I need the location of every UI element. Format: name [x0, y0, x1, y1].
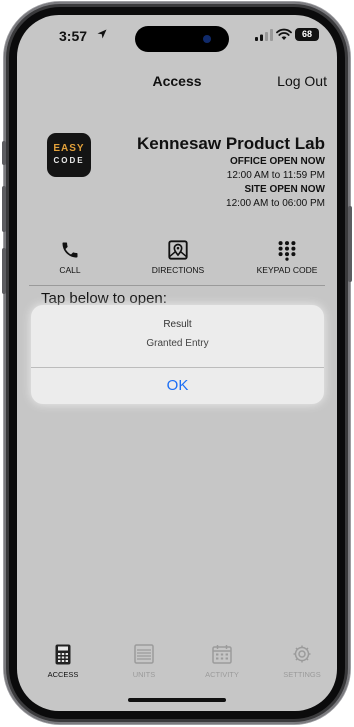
wifi-icon	[276, 28, 292, 40]
office-status: OFFICE OPEN NOW	[230, 156, 325, 167]
app-screen: 3:57 68 Access Log Out EASY CODE Kennesa…	[17, 15, 337, 711]
status-bar: 3:57 68	[17, 15, 337, 59]
volume-down-button	[2, 248, 6, 294]
tab-settings[interactable]: SETTINGS	[267, 642, 337, 679]
location-arrow-icon	[97, 29, 107, 39]
dynamic-island	[135, 26, 229, 52]
call-button[interactable]: CALL	[20, 237, 120, 275]
phone-icon	[62, 242, 78, 258]
logo-line2: CODE	[53, 156, 85, 165]
tab-access[interactable]: ACCESS	[28, 642, 98, 679]
volume-up-button	[2, 186, 6, 232]
home-indicator	[128, 698, 226, 702]
result-alert: Result Granted Entry OK	[31, 305, 324, 404]
logout-button[interactable]: Log Out	[277, 73, 327, 89]
alert-message: Granted Entry	[146, 338, 209, 349]
site-name: Kennesaw Product Lab	[137, 134, 325, 153]
site-hours: 12:00 AM to 06:00 PM	[226, 198, 325, 209]
keypad-code-label: KEYPAD CODE	[256, 265, 318, 275]
camera-icon	[203, 35, 211, 43]
tab-units[interactable]: UNITS	[109, 642, 179, 679]
quick-actions: CALL DIRECTIONS KEYPAD CODE	[17, 237, 337, 283]
easy-code-logo: EASY CODE	[47, 133, 91, 177]
logo-line1: EASY	[53, 143, 85, 154]
tab-bar: ACCESS UNITS ACTIVITY SETTINGS	[17, 642, 337, 692]
units-icon	[134, 644, 154, 664]
office-hours: 12:00 AM to 11:59 PM	[226, 170, 325, 181]
tab-settings-label: SETTINGS	[283, 670, 321, 679]
action-button	[2, 141, 6, 165]
section-divider	[29, 285, 325, 286]
calendar-icon	[212, 645, 232, 664]
tab-access-label: ACCESS	[47, 670, 79, 679]
power-button	[348, 206, 352, 282]
alert-ok-button[interactable]: OK	[31, 367, 324, 404]
signal-icon	[255, 29, 273, 41]
keypad-icon	[278, 241, 296, 261]
access-keypad-icon	[55, 644, 71, 664]
alert-title: Result	[163, 319, 192, 330]
tab-units-label: UNITS	[132, 670, 156, 679]
tab-activity-label: ACTIVITY	[205, 670, 239, 679]
site-info: Kennesaw Product Lab OFFICE OPEN NOW 12:…	[105, 133, 325, 211]
tab-activity[interactable]: ACTIVITY	[187, 642, 257, 679]
battery-icon: 68	[295, 28, 319, 41]
keypad-code-button[interactable]: KEYPAD CODE	[237, 237, 337, 275]
directions-button[interactable]: DIRECTIONS	[128, 237, 228, 275]
site-status: SITE OPEN NOW	[244, 184, 325, 195]
call-label: CALL	[59, 265, 81, 275]
gear-icon	[293, 645, 311, 663]
nav-bar: Access Log Out	[17, 59, 337, 93]
status-time: 3:57	[59, 28, 88, 44]
map-pin-icon	[168, 240, 188, 260]
directions-label: DIRECTIONS	[151, 265, 205, 275]
